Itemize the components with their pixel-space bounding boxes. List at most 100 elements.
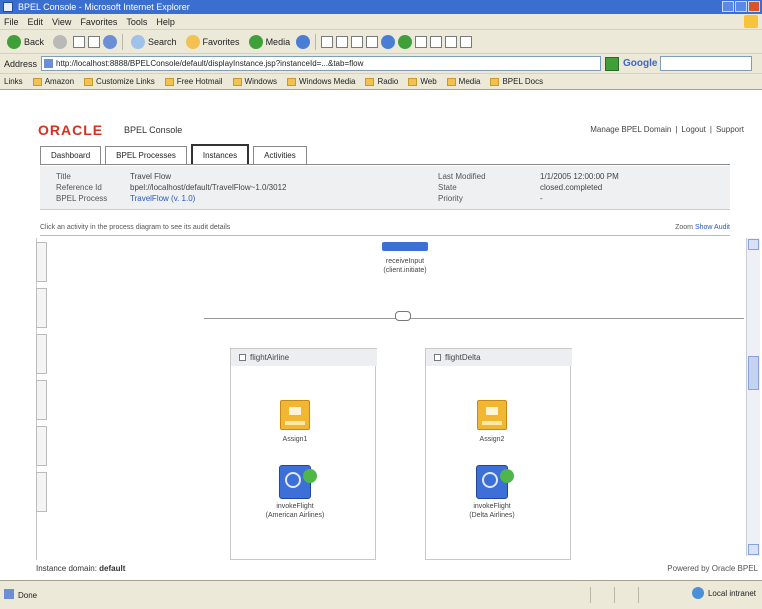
back-label: Back — [24, 36, 45, 47]
menu-help[interactable]: Help — [156, 17, 175, 27]
window-titlebar: BPEL Console - Microsoft Internet Explor… — [0, 0, 762, 14]
discuss-icon[interactable] — [366, 35, 379, 48]
address-input[interactable]: http://localhost:8888/BPELConsole/defaul… — [41, 56, 602, 71]
lane-header[interactable]: flightAirline — [231, 348, 377, 366]
statusbar-divider — [638, 587, 639, 603]
lane-header[interactable]: flightDelta — [426, 348, 572, 366]
receive-input-node[interactable] — [382, 242, 428, 251]
print-icon[interactable] — [336, 35, 349, 48]
folder-icon — [408, 77, 418, 86]
tab-bpel-processes[interactable]: BPEL Processes — [105, 146, 187, 164]
side-tab-source[interactable] — [36, 472, 47, 512]
toolbar-extra-icon[interactable] — [460, 35, 473, 48]
back-arrow-icon — [7, 34, 21, 49]
console-title: BPEL Console — [124, 125, 183, 135]
back-button[interactable]: Back — [4, 33, 47, 51]
toolbar-extra-icon[interactable] — [415, 35, 428, 48]
show-audit-link[interactable]: Show Audit — [695, 224, 730, 231]
menu-file[interactable]: File — [4, 17, 19, 27]
info-process-row: BPEL Process TravelFlow (v. 1.0) — [56, 194, 196, 203]
menu-bar: File Edit View Favorites Tools Help — [0, 14, 762, 30]
instance-info-panel: Title Travel Flow Reference Id bpel://lo… — [40, 166, 730, 210]
link-web[interactable]: Web — [408, 77, 437, 86]
flow-split-node[interactable] — [395, 311, 411, 321]
assign-icon[interactable] — [477, 400, 507, 430]
powered-by: Powered by Oracle BPEL — [667, 564, 758, 573]
history-icon[interactable] — [296, 34, 311, 49]
link-bpel-docs[interactable]: BPEL Docs — [490, 77, 543, 86]
lane-title: flightDelta — [445, 353, 481, 362]
close-button[interactable] — [748, 1, 760, 12]
info-modified-row: Last Modified 1/1/2005 12:00:00 PM — [438, 172, 619, 181]
windows-logo-icon — [744, 15, 758, 28]
globe-icon — [691, 587, 704, 599]
maximize-button[interactable] — [735, 1, 747, 12]
menu-tools[interactable]: Tools — [126, 17, 147, 27]
expand-icon[interactable] — [239, 354, 246, 361]
diagram-scrollbar[interactable] — [746, 238, 760, 556]
manage-domain-link[interactable]: Manage BPEL Domain — [590, 125, 671, 134]
page-status-icon — [4, 589, 14, 599]
media-button[interactable]: Media — [246, 33, 294, 51]
info-reference-row: Reference Id bpel://localhost/default/Tr… — [56, 183, 287, 192]
messenger-icon[interactable] — [381, 34, 396, 49]
forward-button[interactable] — [50, 33, 70, 51]
link-windows-media[interactable]: Windows Media — [286, 77, 355, 86]
side-tab-test[interactable] — [36, 426, 47, 466]
minimize-button[interactable] — [722, 1, 734, 12]
tab-instances[interactable]: Instances — [190, 144, 250, 164]
stop-icon[interactable] — [73, 35, 86, 48]
side-tab-sensor[interactable] — [36, 334, 47, 374]
research-icon[interactable] — [398, 34, 413, 49]
folder-icon — [164, 77, 174, 86]
tab-activities[interactable]: Activities — [253, 146, 307, 164]
side-tab-audit[interactable] — [36, 242, 47, 282]
link-radio[interactable]: Radio — [365, 77, 398, 86]
folder-icon — [232, 77, 242, 86]
link-media[interactable]: Media — [446, 77, 480, 86]
process-link[interactable]: TravelFlow (v. 1.0) — [130, 194, 195, 203]
tab-dashboard[interactable]: Dashboard — [40, 146, 102, 164]
zoom-controls: Zoom Show Audit — [675, 224, 730, 231]
link-amazon[interactable]: Amazon — [32, 77, 74, 86]
link-customize[interactable]: Customize Links — [84, 77, 155, 86]
scroll-thumb[interactable] — [748, 356, 759, 390]
invoke-label: invokeFlight (Delta Airlines) — [469, 503, 515, 519]
scroll-up-arrow-icon[interactable] — [748, 239, 759, 250]
menu-favorites[interactable]: Favorites — [80, 17, 117, 27]
search-button[interactable]: Search — [128, 33, 180, 51]
edit-icon[interactable] — [351, 35, 364, 48]
mail-icon[interactable] — [321, 35, 334, 48]
menu-view[interactable]: View — [52, 17, 71, 27]
status-text: Done — [18, 590, 38, 600]
diagram-hint: Click an activity in the process diagram… — [40, 224, 231, 231]
diagram-hint-bar: Click an activity in the process diagram… — [40, 224, 730, 236]
invoke-arrow-icon — [500, 469, 514, 483]
refresh-icon[interactable] — [88, 35, 101, 48]
home-icon[interactable] — [103, 34, 118, 49]
side-tab-debug[interactable] — [36, 380, 47, 420]
google-search-input[interactable] — [660, 56, 753, 71]
go-button[interactable] — [605, 56, 620, 71]
support-link[interactable]: Support — [716, 125, 744, 134]
favorites-button[interactable]: Favorites — [183, 33, 243, 51]
scroll-down-arrow-icon[interactable] — [748, 544, 759, 555]
info-state-row: State closed.completed — [438, 183, 603, 192]
process-diagram — [36, 238, 760, 560]
favorites-label: Favorites — [202, 36, 240, 47]
star-icon — [185, 34, 200, 49]
assign-icon[interactable] — [280, 400, 310, 430]
menu-edit[interactable]: Edit — [28, 17, 44, 27]
info-title-row: Title Travel Flow — [56, 172, 172, 181]
address-value: http://localhost:8888/BPELConsole/defaul… — [56, 59, 364, 68]
toolbar-extra-icon[interactable] — [430, 35, 443, 48]
toolbar-separator — [122, 33, 124, 50]
link-hotmail[interactable]: Free Hotmail — [164, 77, 223, 86]
side-tab-flow[interactable] — [36, 288, 47, 328]
logout-link[interactable]: Logout — [681, 125, 705, 134]
google-logo[interactable]: Google — [623, 58, 657, 69]
expand-icon[interactable] — [434, 354, 441, 361]
toolbar-separator — [315, 33, 317, 50]
link-windows[interactable]: Windows — [232, 77, 277, 86]
toolbar-extra-icon[interactable] — [445, 35, 458, 48]
